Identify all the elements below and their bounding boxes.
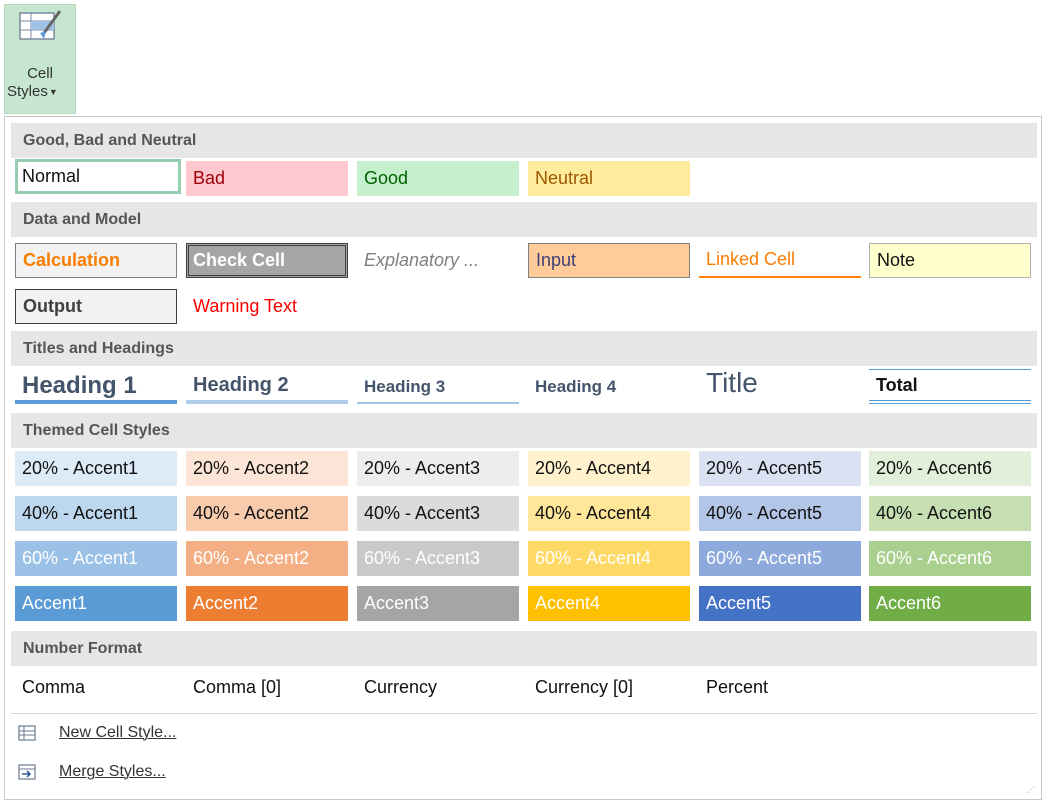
style-40-accent6[interactable]: 40% - Accent6 xyxy=(869,496,1031,531)
cell-styles-button[interactable]: Cell Styles▼ xyxy=(4,4,76,114)
style-heading-4[interactable]: Heading 4 xyxy=(528,369,690,404)
style-60-accent5[interactable]: 60% - Accent5 xyxy=(699,541,861,576)
style-comma[interactable]: Comma xyxy=(15,670,177,705)
style-accent1[interactable]: Accent1 xyxy=(15,586,177,621)
style-output[interactable]: Output xyxy=(15,289,177,324)
style-40-accent5[interactable]: 40% - Accent5 xyxy=(699,496,861,531)
style-heading-2[interactable]: Heading 2 xyxy=(186,369,348,404)
style-input[interactable]: Input xyxy=(528,243,690,278)
style-title[interactable]: Title xyxy=(699,369,861,404)
merge-styles-menu-item[interactable]: Merge Styles... xyxy=(17,757,166,787)
style-heading-1[interactable]: Heading 1 xyxy=(15,369,177,404)
style-40-accent3[interactable]: 40% - Accent3 xyxy=(357,496,519,531)
new-style-icon xyxy=(18,725,36,741)
style-total[interactable]: Total xyxy=(869,369,1031,404)
section-header-data-model: Data and Model xyxy=(11,202,1037,237)
style-60-accent6[interactable]: 60% - Accent6 xyxy=(869,541,1031,576)
style-comma-0[interactable]: Comma [0] xyxy=(186,670,348,705)
style-heading-3[interactable]: Heading 3 xyxy=(357,369,519,404)
style-linked-cell[interactable]: Linked Cell xyxy=(699,243,861,278)
style-accent5[interactable]: Accent5 xyxy=(699,586,861,621)
section-header-titles-headings: Titles and Headings xyxy=(11,331,1037,366)
dropdown-caret-icon: ▼ xyxy=(48,87,58,98)
style-20-accent1[interactable]: 20% - Accent1 xyxy=(15,451,177,486)
style-accent3[interactable]: Accent3 xyxy=(357,586,519,621)
style-currency[interactable]: Currency xyxy=(357,670,519,705)
style-60-accent4[interactable]: 60% - Accent4 xyxy=(528,541,690,576)
style-accent2[interactable]: Accent2 xyxy=(186,586,348,621)
style-60-accent1[interactable]: 60% - Accent1 xyxy=(15,541,177,576)
style-40-accent1[interactable]: 40% - Accent1 xyxy=(15,496,177,531)
style-percent[interactable]: Percent xyxy=(699,670,861,705)
style-calculation[interactable]: Calculation xyxy=(15,243,177,278)
style-currency-0[interactable]: Currency [0] xyxy=(528,670,690,705)
style-40-accent2[interactable]: 40% - Accent2 xyxy=(186,496,348,531)
style-accent6[interactable]: Accent6 xyxy=(869,586,1031,621)
style-accent4[interactable]: Accent4 xyxy=(528,586,690,621)
style-20-accent6[interactable]: 20% - Accent6 xyxy=(869,451,1031,486)
style-60-accent3[interactable]: 60% - Accent3 xyxy=(357,541,519,576)
new-cell-style-label: New Cell Style... xyxy=(59,724,177,741)
merge-styles-label: Merge Styles... xyxy=(59,763,166,780)
resize-grip-icon[interactable]: ⋰ xyxy=(1027,785,1037,795)
cell-styles-label-line2: Styles▼ xyxy=(7,83,58,100)
section-header-themed: Themed Cell Styles xyxy=(11,413,1037,448)
cell-styles-label-line1: Cell xyxy=(27,65,53,82)
style-warning-text[interactable]: Warning Text xyxy=(186,289,348,324)
style-20-accent4[interactable]: 20% - Accent4 xyxy=(528,451,690,486)
style-normal[interactable]: Normal xyxy=(15,159,181,194)
cell-styles-icon xyxy=(19,10,62,40)
style-60-accent2[interactable]: 60% - Accent2 xyxy=(186,541,348,576)
new-cell-style-menu-item[interactable]: New Cell Style... xyxy=(17,718,176,748)
menu-divider xyxy=(11,713,1037,714)
style-bad[interactable]: Bad xyxy=(186,161,348,196)
style-20-accent3[interactable]: 20% - Accent3 xyxy=(357,451,519,486)
merge-styles-icon xyxy=(18,764,36,780)
section-header-good-bad-neutral: Good, Bad and Neutral xyxy=(11,123,1037,158)
style-note[interactable]: Note xyxy=(869,243,1031,278)
section-header-number-format: Number Format xyxy=(11,631,1037,666)
style-neutral[interactable]: Neutral xyxy=(528,161,690,196)
style-explanatory[interactable]: Explanatory ... xyxy=(357,243,519,278)
style-check-cell[interactable]: Check Cell xyxy=(186,243,348,278)
style-good[interactable]: Good xyxy=(357,161,519,196)
style-40-accent4[interactable]: 40% - Accent4 xyxy=(528,496,690,531)
style-20-accent2[interactable]: 20% - Accent2 xyxy=(186,451,348,486)
style-20-accent5[interactable]: 20% - Accent5 xyxy=(699,451,861,486)
cell-styles-gallery: Good, Bad and Neutral Normal Bad Good Ne… xyxy=(4,116,1042,800)
